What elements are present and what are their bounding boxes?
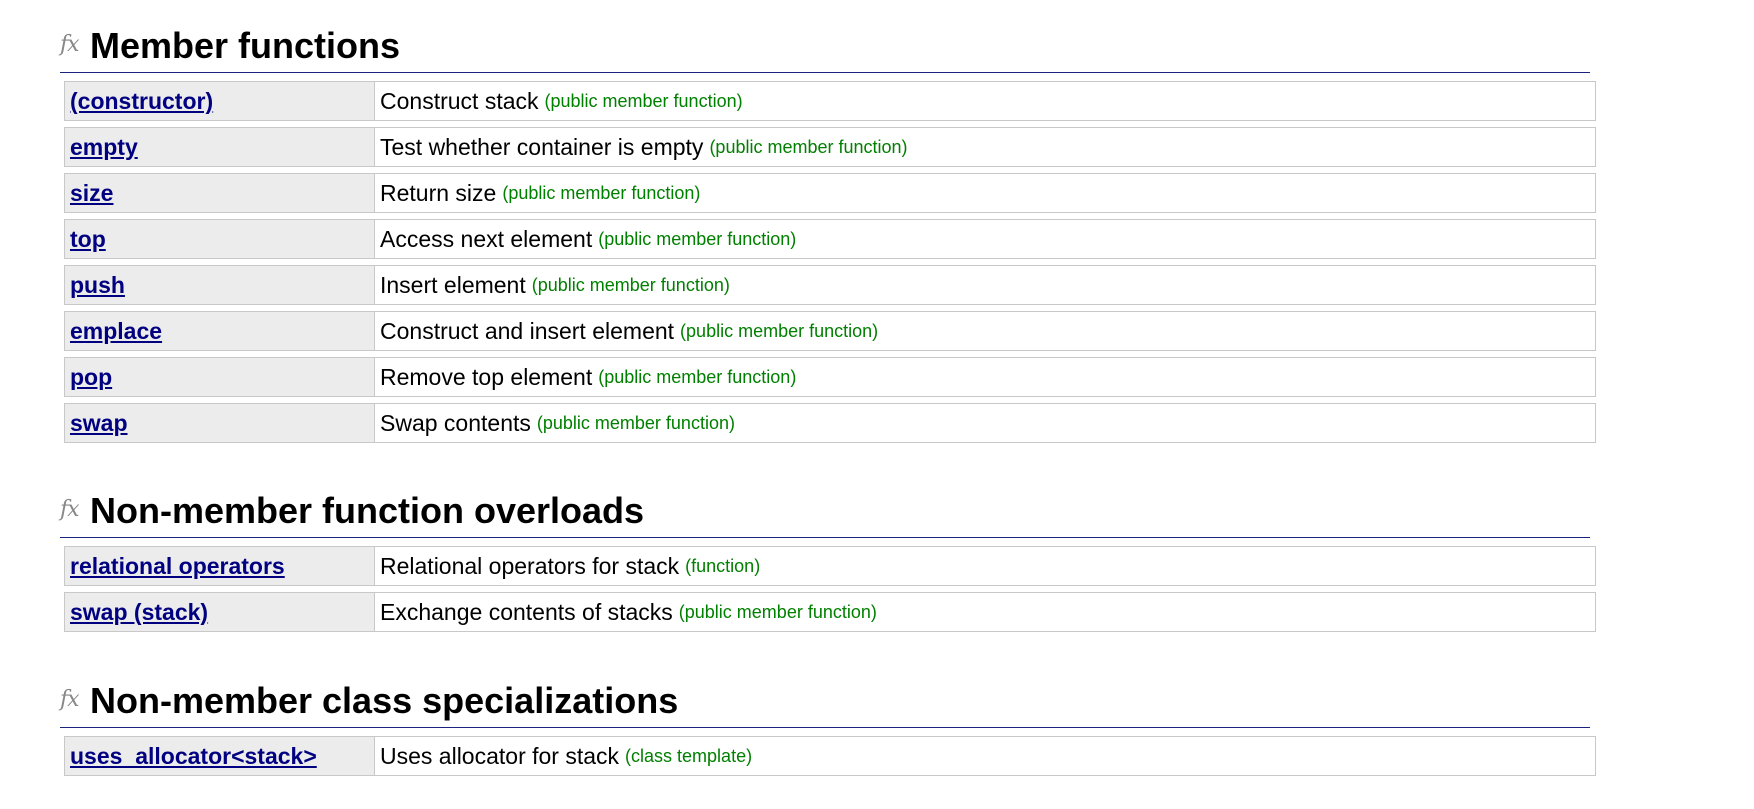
description: Swap contents <box>380 409 531 436</box>
link-swap-stack[interactable]: swap (stack) <box>70 599 208 626</box>
desc-cell: Construct stack (public member function) <box>375 82 1595 120</box>
kind-label: (public member function) <box>544 90 743 111</box>
section-title: Non-member class specializations <box>90 680 679 721</box>
name-cell: size <box>65 174 375 212</box>
kind-label: (public member function) <box>680 320 879 341</box>
section-non-member-specializations: fx Non-member class specializations uses… <box>60 677 1596 782</box>
table-row: (constructor) Construct stack (public mem… <box>64 81 1596 121</box>
table-row: emplace Construct and insert element (pub… <box>64 311 1596 351</box>
desc-cell: Test whether container is empty (public m… <box>375 128 1595 166</box>
reference-page: fx Member functions (constructor) Constr… <box>0 0 1754 809</box>
section-header: fx Non-member class specializations <box>60 677 1590 728</box>
section-title: Non-member function overloads <box>90 490 645 531</box>
name-cell: swap (stack) <box>65 593 375 631</box>
desc-cell: Insert element (public member function) <box>375 266 1595 304</box>
kind-label: (public member function) <box>536 412 735 433</box>
desc-cell: Remove top element (public member functio… <box>375 358 1595 396</box>
table-row: size Return size (public member function) <box>64 173 1596 213</box>
kind-label: (public member function) <box>502 182 701 203</box>
section-non-member-overloads: fx Non-member function overloads relatio… <box>60 487 1596 638</box>
table-row: push Insert element (public member functi… <box>64 265 1596 305</box>
function-icon: fx <box>60 32 80 57</box>
name-cell: uses_allocator<stack> <box>65 737 375 775</box>
link-size[interactable]: size <box>70 180 113 207</box>
kind-label: (public member function) <box>709 136 908 157</box>
desc-cell: Access next element (public member functi… <box>375 220 1595 258</box>
link-empty[interactable]: empty <box>70 134 138 161</box>
table-row: uses_allocator<stack> Uses allocator for… <box>64 736 1596 776</box>
description: Exchange contents of stacks <box>380 598 673 625</box>
desc-cell: Construct and insert element (public memb… <box>375 312 1595 350</box>
section-title: Member functions <box>90 25 401 66</box>
function-icon: fx <box>60 497 80 522</box>
description: Construct stack <box>380 87 539 114</box>
kind-label: (public member function) <box>678 601 877 622</box>
section-header: fx Member functions <box>60 22 1590 73</box>
desc-cell: Return size (public member function) <box>375 174 1595 212</box>
table-row: top Access next element (public member fu… <box>64 219 1596 259</box>
table-row: swap Swap contents (public member functio… <box>64 403 1596 443</box>
table-row: swap (stack) Exchange contents of stacks… <box>64 592 1596 632</box>
link-constructor[interactable]: (constructor) <box>70 88 213 115</box>
kind-label: (public member function) <box>598 366 797 387</box>
link-relational-operators[interactable]: relational operators <box>70 553 285 580</box>
description: Uses allocator for stack <box>380 742 620 769</box>
name-cell: relational operators <box>65 547 375 585</box>
link-top[interactable]: top <box>70 226 106 253</box>
table-row: relational operators Relational operator… <box>64 546 1596 586</box>
kind-label: (public member function) <box>531 274 730 295</box>
link-uses-allocator[interactable]: uses_allocator<stack> <box>70 743 317 770</box>
non-member-specializations-table: uses_allocator<stack> Uses allocator for… <box>60 736 1596 776</box>
kind-label: (public member function) <box>598 228 797 249</box>
description: Construct and insert element <box>380 317 675 344</box>
name-cell: (constructor) <box>65 82 375 120</box>
link-emplace[interactable]: emplace <box>70 318 162 345</box>
function-icon: fx <box>60 687 80 712</box>
kind-label: (class template) <box>625 745 753 766</box>
link-pop[interactable]: pop <box>70 364 112 391</box>
desc-cell: Uses allocator for stack (class template) <box>375 737 1595 775</box>
description: Access next element <box>380 225 593 252</box>
table-row: empty Test whether container is empty (pu… <box>64 127 1596 167</box>
description: Test whether container is empty <box>380 133 704 160</box>
description: Relational operators for stack <box>380 552 680 579</box>
table-row: pop Remove top element (public member fun… <box>64 357 1596 397</box>
desc-cell: Swap contents (public member function) <box>375 404 1595 442</box>
link-push[interactable]: push <box>70 272 125 299</box>
description: Remove top element <box>380 363 593 390</box>
desc-cell: Relational operators for stack (function) <box>375 547 1595 585</box>
name-cell: top <box>65 220 375 258</box>
name-cell: empty <box>65 128 375 166</box>
name-cell: swap <box>65 404 375 442</box>
kind-label: (function) <box>685 555 761 576</box>
non-member-overloads-table: relational operators Relational operator… <box>60 546 1596 632</box>
name-cell: push <box>65 266 375 304</box>
desc-cell: Exchange contents of stacks (public membe… <box>375 593 1595 631</box>
member-functions-table: (constructor) Construct stack (public mem… <box>60 81 1596 443</box>
link-swap[interactable]: swap <box>70 410 128 437</box>
description: Insert element <box>380 271 526 298</box>
section-header: fx Non-member function overloads <box>60 487 1590 538</box>
name-cell: pop <box>65 358 375 396</box>
section-member-functions: fx Member functions (constructor) Constr… <box>60 22 1596 449</box>
description: Return size <box>380 179 497 206</box>
name-cell: emplace <box>65 312 375 350</box>
